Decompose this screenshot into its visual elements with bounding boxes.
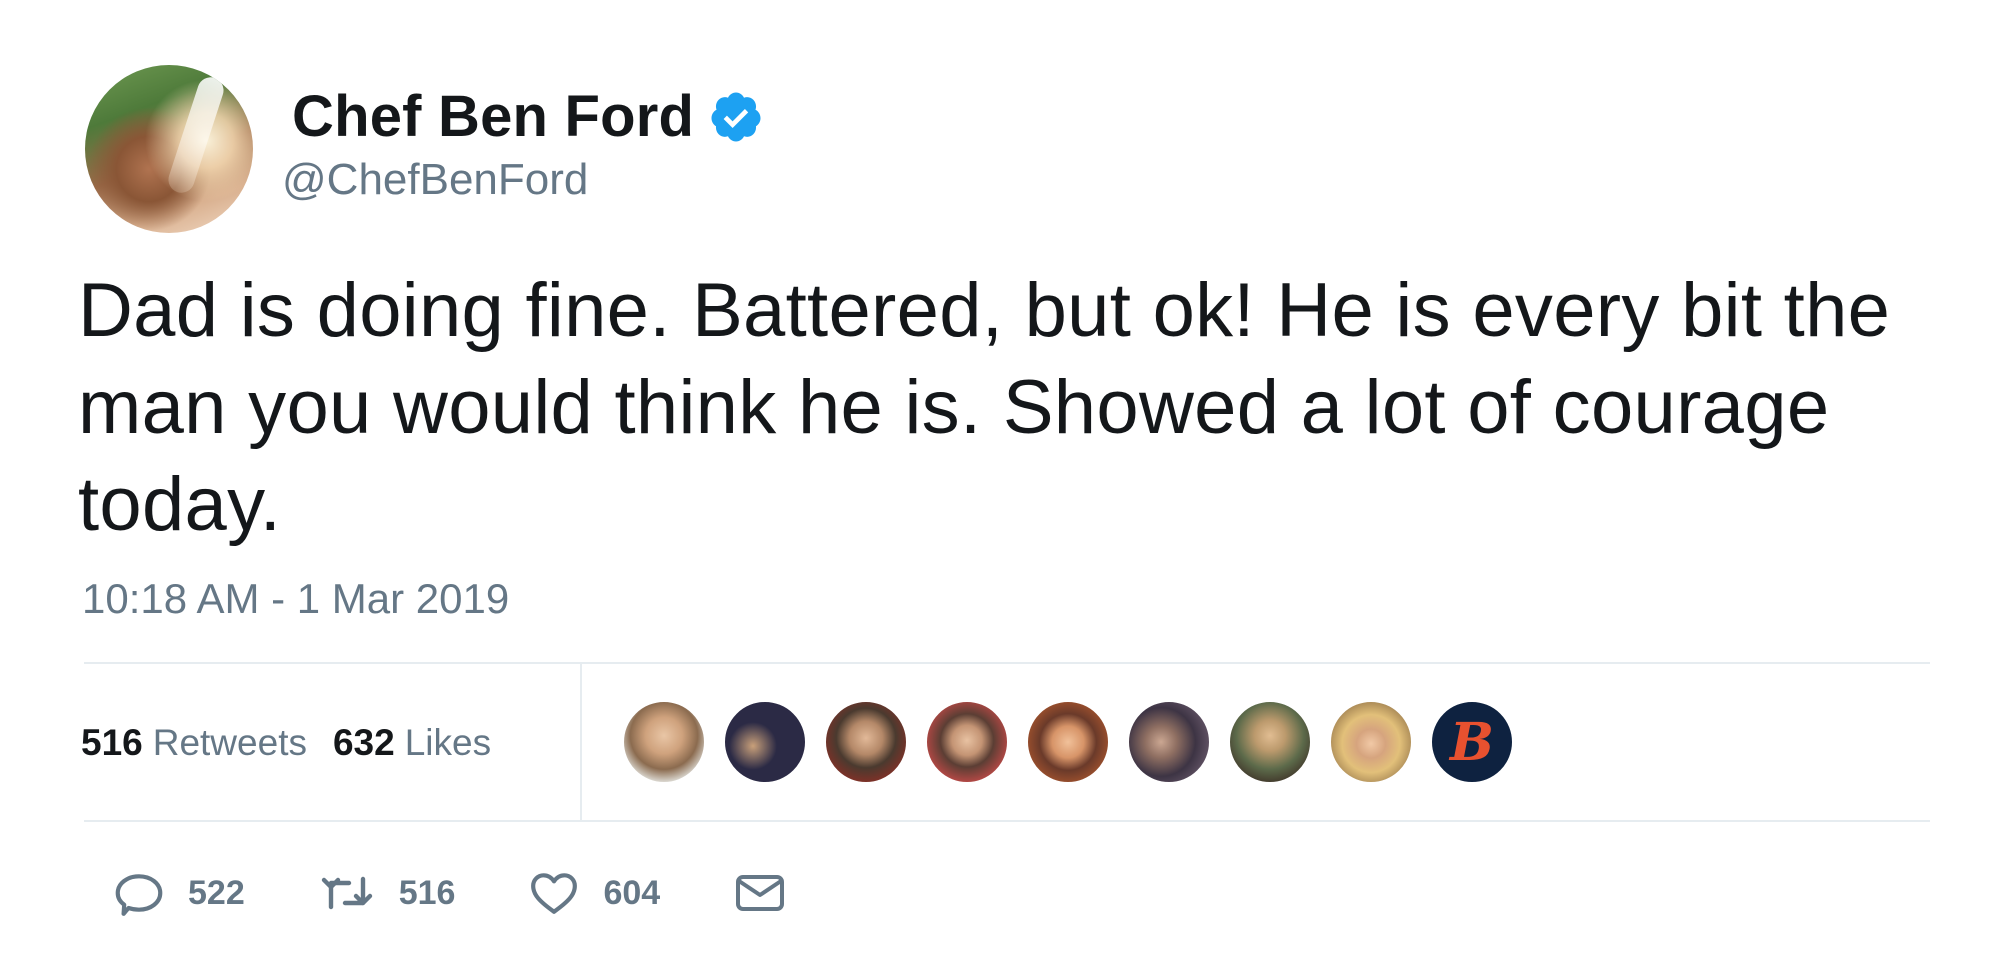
heart-icon (529, 868, 579, 918)
bears-logo: B (1450, 711, 1494, 773)
liker-avatar[interactable] (1329, 700, 1413, 784)
author-name-row: Chef Ben Ford (292, 82, 764, 152)
stats-vertical-divider (580, 664, 582, 820)
retweets-stat-label: Retweets (152, 722, 307, 763)
liker-avatar[interactable] (723, 700, 807, 784)
like-button[interactable]: 604 (529, 868, 660, 918)
tweet-text: Dad is doing fine. Battered, but ok! He … (78, 268, 1891, 547)
author-avatar[interactable] (85, 65, 253, 233)
stats-top-divider (84, 662, 1930, 664)
retweet-icon (319, 868, 375, 918)
reply-count: 522 (188, 873, 245, 912)
tweet-timestamp[interactable]: 10:18 AM - 1 Mar 2019 (82, 578, 509, 620)
retweet-count: 516 (398, 873, 456, 912)
liker-avatar[interactable] (1127, 700, 1211, 784)
likers-avatar-row: B (622, 700, 1531, 784)
stats-bottom-divider (84, 820, 1930, 822)
likes-stat[interactable]: 632 Likes (333, 724, 491, 761)
verified-badge-icon (708, 89, 764, 145)
tweet-card: Chef Ben Ford @ChefBenFord Dad is doing … (0, 0, 2000, 967)
avatar-highlight (165, 73, 227, 197)
retweets-stat-count: 516 (81, 722, 143, 763)
retweet-button[interactable]: 516 (319, 868, 456, 918)
author-display-name[interactable]: Chef Ben Ford (292, 88, 694, 146)
retweets-stat[interactable]: 516 Retweets (81, 724, 307, 761)
liker-avatar[interactable]: B (1430, 700, 1514, 784)
tweet-stats: 516 Retweets 632 Likes (81, 724, 491, 761)
liker-avatar[interactable] (1026, 700, 1110, 784)
tweet-actions: 522 516 604 (114, 868, 860, 918)
liker-avatar[interactable] (925, 700, 1009, 784)
likes-stat-label: Likes (404, 722, 492, 763)
liker-avatar[interactable] (1228, 700, 1312, 784)
liker-avatar[interactable] (622, 700, 706, 784)
liker-avatar[interactable] (824, 700, 908, 784)
reply-icon (114, 868, 164, 918)
author-handle[interactable]: @ChefBenFord (282, 158, 588, 202)
direct-message-button[interactable] (734, 868, 786, 918)
envelope-icon (734, 868, 786, 918)
likes-stat-count: 632 (332, 722, 395, 763)
like-count: 604 (603, 873, 661, 912)
reply-button[interactable]: 522 (114, 868, 245, 918)
